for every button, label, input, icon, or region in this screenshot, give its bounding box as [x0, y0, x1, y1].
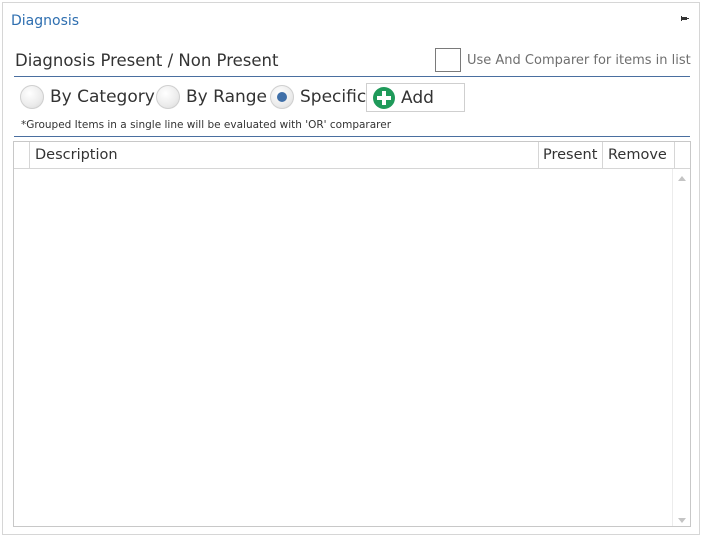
radio-label-by-range[interactable]: By Range	[186, 87, 267, 107]
grid-header: Description Present Remove	[14, 142, 690, 169]
diagnosis-panel: Diagnosis Diagnosis Present / Non Presen…	[2, 2, 700, 535]
row-indicator-header	[14, 142, 30, 168]
plus-circle-icon	[373, 86, 395, 109]
column-header-present[interactable]: Present	[539, 142, 603, 168]
scroll-down-arrow-icon[interactable]	[678, 518, 686, 523]
vertical-scrollbar[interactable]	[672, 169, 690, 526]
note-divider	[14, 136, 690, 137]
radio-by-range[interactable]	[156, 85, 180, 109]
column-header-description[interactable]: Description	[30, 142, 539, 168]
grouping-note: *Grouped Items in a single line will be …	[21, 119, 392, 131]
radio-label-by-category[interactable]: By Category	[50, 87, 155, 107]
diagnosis-grid: Description Present Remove	[13, 141, 691, 527]
scroll-up-arrow-icon[interactable]	[678, 176, 686, 181]
and-comparer-checkbox[interactable]	[435, 48, 461, 72]
section-divider	[14, 76, 690, 77]
panel-title: Diagnosis	[11, 13, 80, 29]
radio-selected-dot	[277, 92, 287, 102]
radio-label-specific[interactable]: Specific	[300, 87, 366, 107]
add-button[interactable]: Add	[366, 83, 465, 112]
radio-by-category[interactable]	[20, 85, 44, 109]
pin-icon[interactable]	[681, 15, 689, 23]
radio-specific[interactable]	[270, 85, 294, 109]
section-title: Diagnosis Present / Non Present	[15, 51, 279, 70]
column-header-remove[interactable]: Remove	[603, 142, 675, 168]
and-comparer-label: Use And Comparer for items in list	[467, 53, 691, 68]
add-button-label: Add	[401, 87, 434, 108]
